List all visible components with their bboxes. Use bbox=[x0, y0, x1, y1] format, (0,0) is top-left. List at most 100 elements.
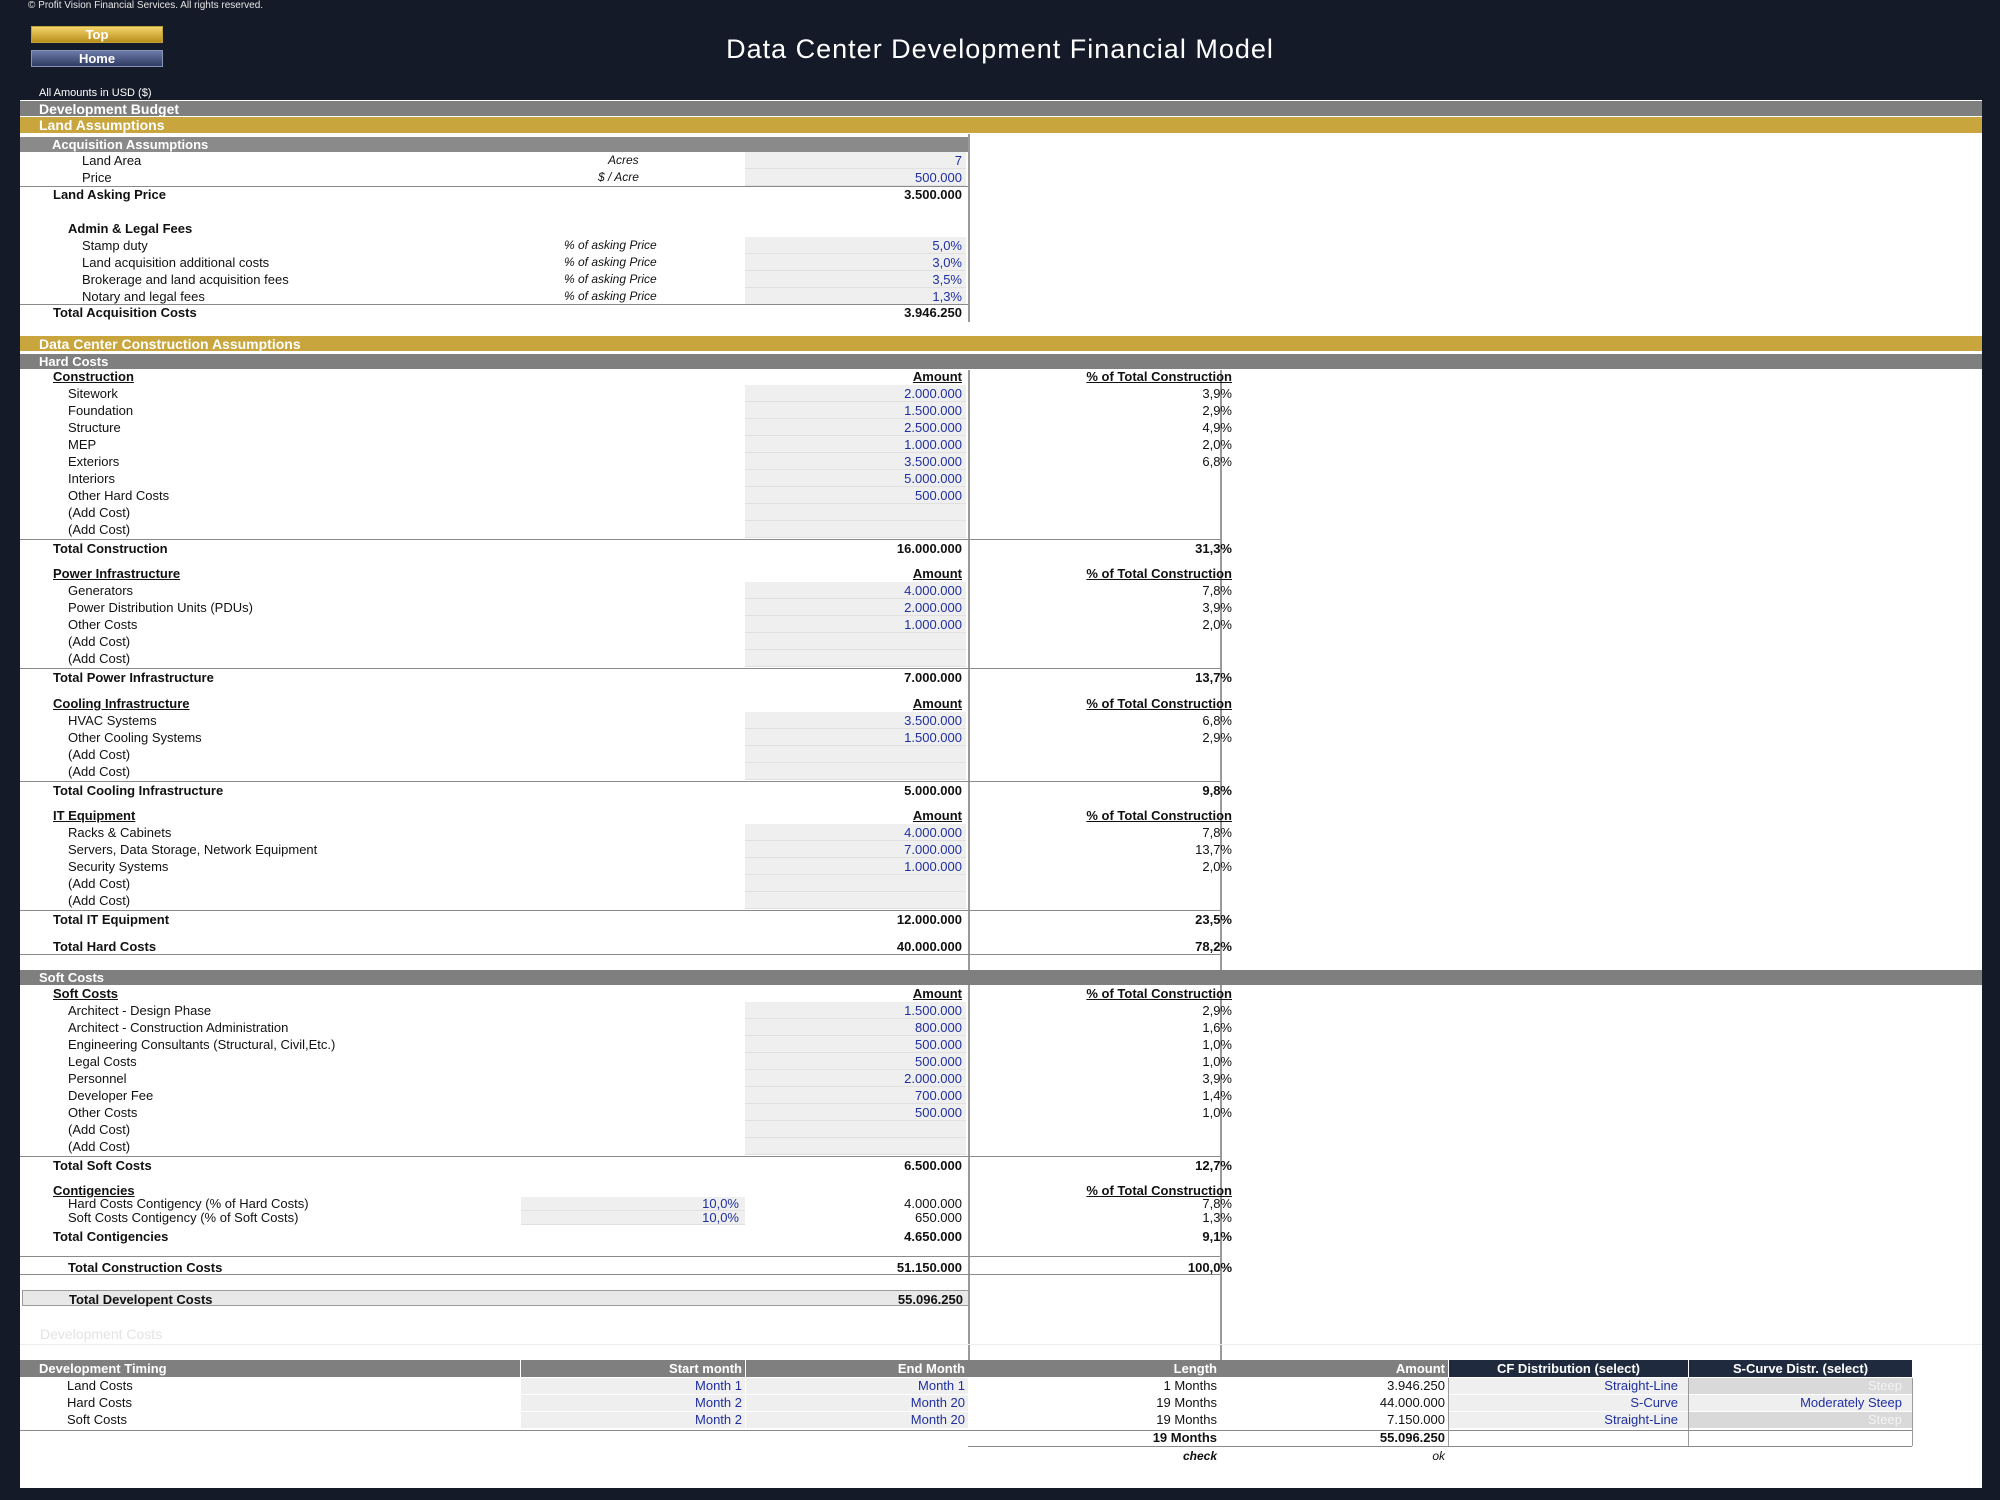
power-item-amount[interactable]: 4.000.000 bbox=[747, 582, 962, 599]
construction-item-amount[interactable]: 3.500.000 bbox=[747, 453, 962, 470]
construction-item-label: Other Hard Costs bbox=[68, 488, 170, 503]
soft-item-amount[interactable]: 500.000 bbox=[747, 1104, 962, 1121]
timing-end-cell[interactable]: Month 1 bbox=[746, 1378, 968, 1394]
power-total-row: Total Power Infrastructure 7.000.000 13,7% bbox=[20, 669, 1232, 686]
contingency-rate[interactable]: 10,0% bbox=[521, 1197, 739, 1211]
it-header-row: IT Equipment Amount % of Total Constructio… bbox=[20, 807, 1232, 824]
land-asking-label: Land Asking Price bbox=[53, 187, 166, 202]
admin-fees-label: Admin & Legal Fees bbox=[68, 221, 193, 236]
land-asking-value: 3.500.000 bbox=[904, 187, 962, 202]
timing-cf-cell[interactable]: Straight-Line bbox=[1448, 1378, 1688, 1394]
it-item-amount[interactable]: 4.000.000 bbox=[747, 824, 962, 841]
timing-end-cell[interactable]: Month 20 bbox=[746, 1412, 968, 1428]
fee-label: Notary and legal fees bbox=[82, 289, 205, 304]
price-label: Price bbox=[82, 170, 112, 185]
timing-label-cell: Hard Costs bbox=[67, 1395, 133, 1410]
timing-start-cell[interactable]: Month 1 bbox=[521, 1378, 745, 1394]
total-acquisition-row: Total Acquisition Costs 3.946.250 bbox=[20, 304, 968, 321]
cooling-item-label: Other Cooling Systems bbox=[68, 730, 202, 745]
land-asking-row: Land Asking Price 3.500.000 bbox=[20, 186, 968, 203]
timing-start-cell[interactable]: Month 2 bbox=[521, 1395, 745, 1411]
land-area-row: Land Area Acres 7 bbox=[20, 152, 968, 169]
soft-item-amount[interactable]: 700.000 bbox=[747, 1087, 962, 1104]
contingency-row: Hard Costs Contigency (% of Hard Costs) 1… bbox=[20, 1197, 1232, 1211]
fee-input[interactable]: 3,5% bbox=[747, 271, 962, 288]
soft-item-amount[interactable]: 500.000 bbox=[747, 1053, 962, 1070]
construction-item-amount[interactable]: 2.000.000 bbox=[747, 385, 962, 402]
construction-item-amount[interactable]: 1.500.000 bbox=[747, 402, 962, 419]
power-header-row: Power Infrastructure Amount % of Total Con… bbox=[20, 565, 1232, 582]
it-item-amount[interactable]: 7.000.000 bbox=[747, 841, 962, 858]
soft-item-label: (Add Cost) bbox=[68, 1122, 131, 1137]
check-value: ok bbox=[1432, 1449, 1445, 1463]
cooling-total-pct: 9,8% bbox=[1202, 783, 1232, 798]
cooling-item-label: HVAC Systems bbox=[68, 713, 157, 728]
soft-item-label: Developer Fee bbox=[68, 1088, 154, 1103]
it-item-pct: 7,8% bbox=[1202, 825, 1232, 840]
soft-item-amount[interactable]: 800.000 bbox=[747, 1019, 962, 1036]
construction-item-amount[interactable]: 5.000.000 bbox=[747, 470, 962, 487]
power-item-row: (Add Cost) bbox=[20, 633, 1220, 650]
it-input-bg bbox=[745, 892, 966, 909]
power-item-amount[interactable]: 1.000.000 bbox=[747, 616, 962, 633]
construction-total-amount: 16.000.000 bbox=[896, 541, 962, 556]
cooling-item-pct: 2,9% bbox=[1202, 730, 1232, 745]
soft-item-amount[interactable]: 500.000 bbox=[747, 1036, 962, 1053]
soft-total-pct: 12,7% bbox=[1195, 1158, 1232, 1173]
pct-col-header: % of Total Construction bbox=[1086, 696, 1232, 711]
it-total-label: Total IT Equipment bbox=[53, 912, 170, 927]
fee-input[interactable]: 3,0% bbox=[747, 254, 962, 271]
construction-item-amount[interactable]: 2.500.000 bbox=[747, 419, 962, 436]
construction-item-amount[interactable]: 500.000 bbox=[747, 487, 962, 504]
timing-cf-cell[interactable]: Straight-Line bbox=[1448, 1412, 1688, 1428]
power-item-label: (Add Cost) bbox=[68, 651, 131, 666]
price-input[interactable]: 500.000 bbox=[747, 169, 962, 186]
construction-item-row: MEP 1.000.000 2,0% bbox=[20, 436, 1232, 453]
cooling-input-bg bbox=[745, 763, 966, 780]
it-item-label: Security Systems bbox=[68, 859, 169, 874]
soft-item-row: Architect - Design Phase 1.500.000 2,9% bbox=[20, 1002, 1232, 1019]
cooling-total-label: Total Cooling Infrastructure bbox=[53, 783, 224, 798]
pct-col-header: % of Total Construction bbox=[1086, 808, 1232, 823]
land-area-input[interactable]: 7 bbox=[747, 152, 962, 169]
fee-input[interactable]: 5,0% bbox=[747, 237, 962, 254]
contingency-rate[interactable]: 10,0% bbox=[521, 1211, 739, 1225]
construction-header-row: Construction Amount % of Total Constructio… bbox=[20, 368, 1232, 385]
fee-label: Land acquisition additional costs bbox=[82, 255, 270, 270]
construction-item-row: (Add Cost) bbox=[20, 504, 1220, 521]
it-item-label: Servers, Data Storage, Network Equipment bbox=[68, 842, 318, 857]
soft-item-row: Other Costs 500.000 1,0% bbox=[20, 1104, 1232, 1121]
timing-total-length: 19 Months bbox=[1152, 1430, 1217, 1445]
it-item-amount[interactable]: 1.000.000 bbox=[747, 858, 962, 875]
soft-total-row: Total Soft Costs 6.500.000 12,7% bbox=[20, 1157, 1232, 1174]
power-item-row: (Add Cost) bbox=[20, 650, 1220, 667]
construction-total-row: Total Construction 16.000.000 31,3% bbox=[20, 540, 1232, 557]
soft-item-pct: 1,0% bbox=[1202, 1105, 1232, 1120]
soft-item-amount[interactable]: 1.500.000 bbox=[747, 1002, 962, 1019]
soft-item-row: Personnel 2.000.000 3,9% bbox=[20, 1070, 1232, 1087]
timing-length-cell: 19 Months bbox=[1156, 1395, 1217, 1410]
power-input-bg bbox=[745, 650, 966, 667]
total-development-row: Total Developent Costs 55.096.250 bbox=[22, 1290, 969, 1307]
construction-item-pct: 6,8% bbox=[1202, 454, 1232, 469]
timing-start-cell[interactable]: Month 2 bbox=[521, 1412, 745, 1428]
timing-cf-cell[interactable]: S-Curve bbox=[1448, 1395, 1688, 1411]
fee-input[interactable]: 1,3% bbox=[747, 288, 962, 305]
cooling-header-row: Cooling Infrastructure Amount % of Total C… bbox=[20, 695, 1232, 712]
cooling-item-amount[interactable]: 3.500.000 bbox=[747, 712, 962, 729]
soft-item-row: Legal Costs 500.000 1,0% bbox=[20, 1053, 1232, 1070]
fee-row: Land acquisition additional costs % of as… bbox=[20, 254, 968, 271]
soft-item-pct: 2,9% bbox=[1202, 1003, 1232, 1018]
contingency-label: Soft Costs Contigency (% of Soft Costs) bbox=[68, 1210, 299, 1225]
construction-item-amount[interactable]: 1.000.000 bbox=[747, 436, 962, 453]
divider bbox=[20, 1274, 1220, 1275]
soft-item-amount[interactable]: 2.000.000 bbox=[747, 1070, 962, 1087]
power-item-amount[interactable]: 2.000.000 bbox=[747, 599, 962, 616]
soft-item-label: Architect - Design Phase bbox=[68, 1003, 212, 1018]
land-right-border bbox=[968, 134, 970, 322]
cooling-item-row: HVAC Systems 3.500.000 6,8% bbox=[20, 712, 1232, 729]
timing-end-cell[interactable]: Month 20 bbox=[746, 1395, 968, 1411]
cooling-item-amount[interactable]: 1.500.000 bbox=[747, 729, 962, 746]
power-title: Power Infrastructure bbox=[53, 566, 181, 581]
timing-scurve-cell[interactable]: Moderately Steep bbox=[1688, 1395, 1912, 1411]
